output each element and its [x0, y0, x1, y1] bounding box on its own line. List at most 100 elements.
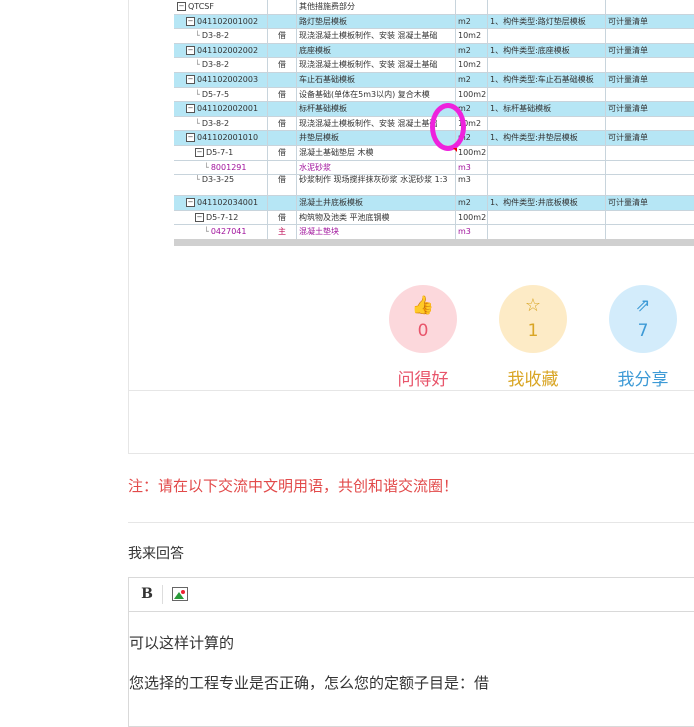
cell-rule — [606, 146, 694, 160]
my-reply-heading: 我来回答 — [128, 546, 184, 562]
fav-button[interactable]: ☆ 1 我收藏 — [499, 285, 567, 390]
cell-name: 现浇混凝土模板制作、安装 混凝土基础 — [296, 29, 456, 43]
cell-flag — [268, 43, 297, 58]
highlight-circle — [430, 103, 466, 151]
table-row[interactable]: − D5-7-1 借 混凝土基础垫层 木模 100m2 — [174, 145, 694, 161]
cell-feature — [488, 225, 606, 239]
fav-bubble[interactable]: ☆ 1 — [499, 285, 567, 353]
table-row[interactable]: −041102002003 车止石基础模板 m2 1、构件类型:车止石基础模板 可计量清… — [174, 72, 694, 88]
table-row[interactable]: −041102002002 底座模板 m2 1、构件类型:底座模板 可计量清单 — [174, 43, 694, 59]
cell-name: 水泥砂浆 — [296, 160, 456, 175]
collapse-toggle-icon[interactable]: − — [195, 212, 204, 222]
cell-code-text: D3-8-2 — [201, 60, 230, 70]
cell-name-text: 底座模板 — [299, 45, 331, 55]
cell-code-text: D5-7-1 — [206, 147, 234, 157]
bold-button[interactable]: B — [138, 585, 156, 603]
cell-unit-text: m3 — [458, 162, 471, 172]
tree-line: └ — [195, 60, 200, 70]
cell-flag-text: 借 — [278, 60, 286, 70]
table-row[interactable]: └ D3-8-2 借 现浇混凝土模板制作、安装 混凝土基础 10m2 — [174, 29, 694, 44]
reply-editor[interactable]: B 可以这样计算的 您选择的工程专业是否正确，怎么您的定额子目是：借 — [128, 577, 694, 727]
cell-unit: m2 — [456, 43, 488, 58]
share-button[interactable]: ⇗ 7 我分享 — [609, 285, 677, 390]
collapse-toggle-icon[interactable]: − — [186, 133, 195, 143]
tree-line: └ — [195, 175, 200, 185]
cell-rule-text: 可计量清单 — [608, 133, 648, 143]
cell-name: 砂浆制作 现场搅拌抹灰砂浆 水泥砂浆 1:3 — [296, 175, 456, 196]
cell-name: 其他措施费部分 — [296, 0, 456, 14]
cell-unit-text: m3 — [458, 227, 471, 237]
cell-code-text: D5-7-5 — [201, 89, 230, 99]
cell-name-text: 混凝土垫块 — [299, 227, 339, 237]
cell-code: − D5-7-1 — [174, 145, 268, 160]
collapse-toggle-icon[interactable]: − — [186, 198, 195, 208]
cell-unit-text: m2 — [458, 16, 471, 26]
collapse-toggle-icon[interactable]: − — [186, 16, 195, 26]
cell-flag: 借 — [268, 175, 297, 196]
cell-rule-text: 可计量清单 — [608, 104, 648, 114]
cell-code: −041102002003 — [174, 72, 268, 87]
table-row[interactable]: − QTCSF 其他措施费部分 — [174, 0, 694, 15]
table-row[interactable]: └ 0427041 主 混凝土垫块 m3 — [174, 225, 694, 240]
cell-rule — [606, 88, 694, 102]
cell-code: └ 8001291 — [174, 160, 268, 175]
cell-flag: 主 — [268, 225, 297, 239]
table-row[interactable]: − D5-7-12 借 构筑物及池类 平池底钢模 100m2 — [174, 210, 694, 226]
cell-name: 设备基础(单体在5m3以内) 复合木模 — [296, 87, 456, 102]
cell-code-text: 041102001002 — [197, 16, 259, 26]
insert-image-icon[interactable] — [172, 587, 188, 601]
red-corner-mark — [453, 148, 457, 152]
toolbar-separator — [162, 585, 163, 604]
cell-code: └ 0427041 — [174, 225, 268, 239]
cell-unit: m2 — [456, 72, 488, 87]
cell-unit-text: m2 — [458, 198, 471, 208]
cell-name-text: 现浇混凝土模板制作、安装 混凝土基础 — [299, 31, 438, 41]
civility-note: 注：请在以下交流中文明用语，共创和谐交流圈！ — [128, 477, 459, 495]
cell-name-text: 路灯垫层模板 — [299, 16, 347, 26]
cell-rule: 可计量清单 — [606, 102, 694, 116]
collapse-toggle-icon[interactable]: − — [186, 45, 195, 55]
collapse-toggle-icon[interactable]: − — [186, 74, 195, 84]
cell-name: 车止石基础模板 — [296, 72, 456, 87]
cell-code: └ D3-8-2 — [174, 116, 268, 131]
reply-line-2: 您选择的工程专业是否正确，怎么您的定额子目是：借 — [129, 674, 490, 692]
cell-code-text: 041102002003 — [197, 74, 259, 84]
like-button[interactable]: 👍 0 问得好 — [389, 285, 457, 390]
table-row[interactable]: └ D3-3-25 借 砂浆制作 现场搅拌抹灰砂浆 水泥砂浆 1:3 m3 — [174, 175, 694, 197]
table-row[interactable]: └ D3-8-2 借 现浇混凝土模板制作、安装 混凝土基础 10m2 — [174, 58, 694, 73]
table-row[interactable]: └ 8001291 水泥砂浆 m3 — [174, 160, 694, 176]
share-label: 我分享 — [617, 370, 669, 390]
cell-rule — [606, 0, 694, 14]
cell-flag-text: 借 — [278, 89, 286, 99]
cell-code: − D5-7-12 — [174, 210, 268, 225]
cell-flag — [268, 160, 297, 175]
table-row[interactable]: −041102034001 混凝土井底板模板 m2 1、构件类型:井底板模板 可计量清单 — [174, 196, 694, 211]
cell-code: └ D3-8-2 — [174, 29, 268, 43]
cell-unit: 100m2 — [456, 145, 488, 160]
table-row[interactable]: └ D5-7-5 借 设备基础(单体在5m3以内) 复合木模 100m2 — [174, 87, 694, 103]
cell-rule — [606, 175, 694, 195]
share-bubble[interactable]: ⇗ 7 — [609, 285, 677, 353]
cell-rule: 可计量清单 — [606, 15, 694, 29]
cell-flag — [268, 102, 297, 116]
collapse-toggle-icon[interactable]: − — [186, 104, 195, 114]
cell-flag-text: 借 — [278, 118, 286, 128]
table-row[interactable]: −041102001002 路灯垫层模板 m2 1、构件类型:路灯垫层模板 可计量清单 — [174, 14, 694, 30]
cell-name: 构筑物及池类 平池底钢模 — [296, 210, 456, 225]
collapse-toggle-icon[interactable]: − — [195, 147, 204, 157]
tree-line: └ — [195, 89, 200, 99]
divider — [128, 522, 694, 523]
cell-rule — [606, 117, 694, 131]
cell-unit: 100m2 — [456, 87, 488, 102]
collapse-toggle-icon[interactable]: − — [177, 2, 186, 11]
cell-flag — [268, 14, 297, 29]
cell-flag-text: 借 — [278, 31, 286, 41]
fav-icon: ☆ — [524, 295, 542, 316]
cell-feature — [488, 87, 606, 102]
cell-flag: 借 — [268, 87, 297, 102]
cell-name-text: 其他措施费部分 — [299, 2, 355, 11]
tree-line: └ — [204, 227, 209, 237]
cell-flag — [268, 0, 297, 14]
like-bubble[interactable]: 👍 0 — [389, 285, 457, 353]
cell-unit: 10m2 — [456, 29, 488, 43]
